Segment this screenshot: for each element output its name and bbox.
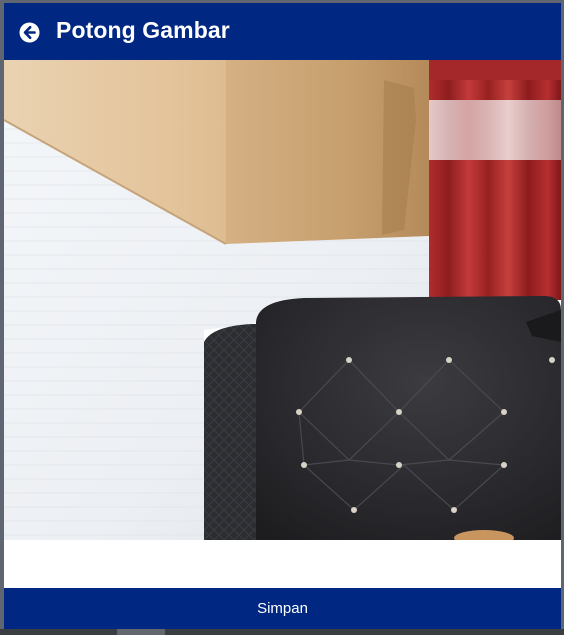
photo-image [4,60,561,540]
page-title: Potong Gambar [56,17,230,43]
crop-image-area[interactable] [4,60,561,540]
save-button[interactable]: Simpan [4,588,561,629]
crop-image-dialog: Potong Gambar Simpan [4,3,561,629]
taskbar [0,629,564,635]
dialog-header: Potong Gambar [4,3,561,60]
taskbar-item[interactable] [117,629,165,635]
back-arrow-icon[interactable] [19,22,40,43]
empty-space [4,540,561,588]
